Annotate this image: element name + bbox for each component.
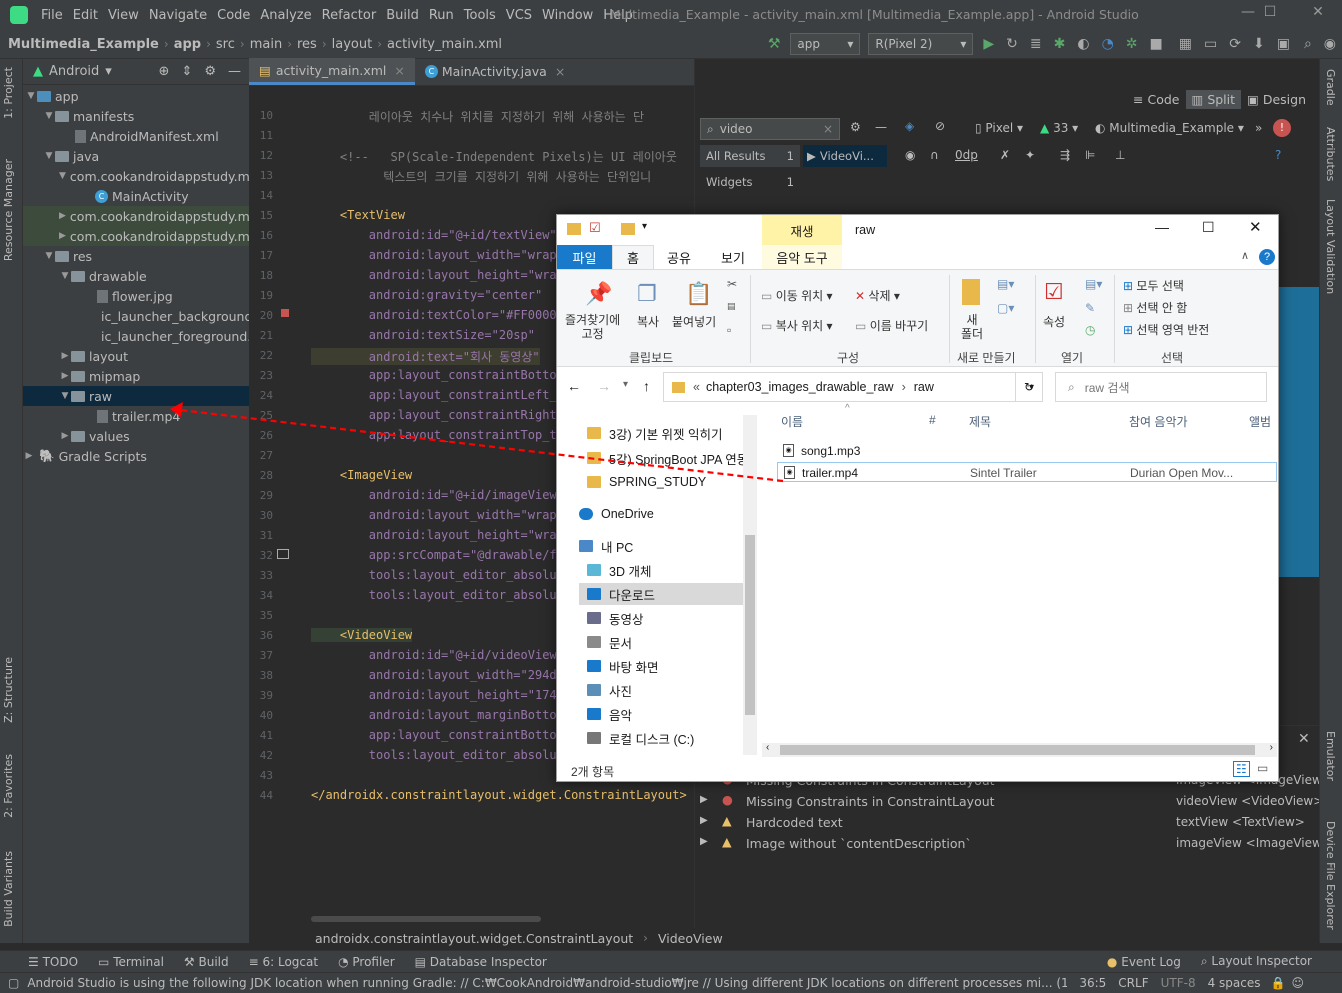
drag-annotation-arrow [170, 402, 784, 483]
arrow-line [179, 408, 784, 483]
arrow-head [170, 402, 183, 417]
